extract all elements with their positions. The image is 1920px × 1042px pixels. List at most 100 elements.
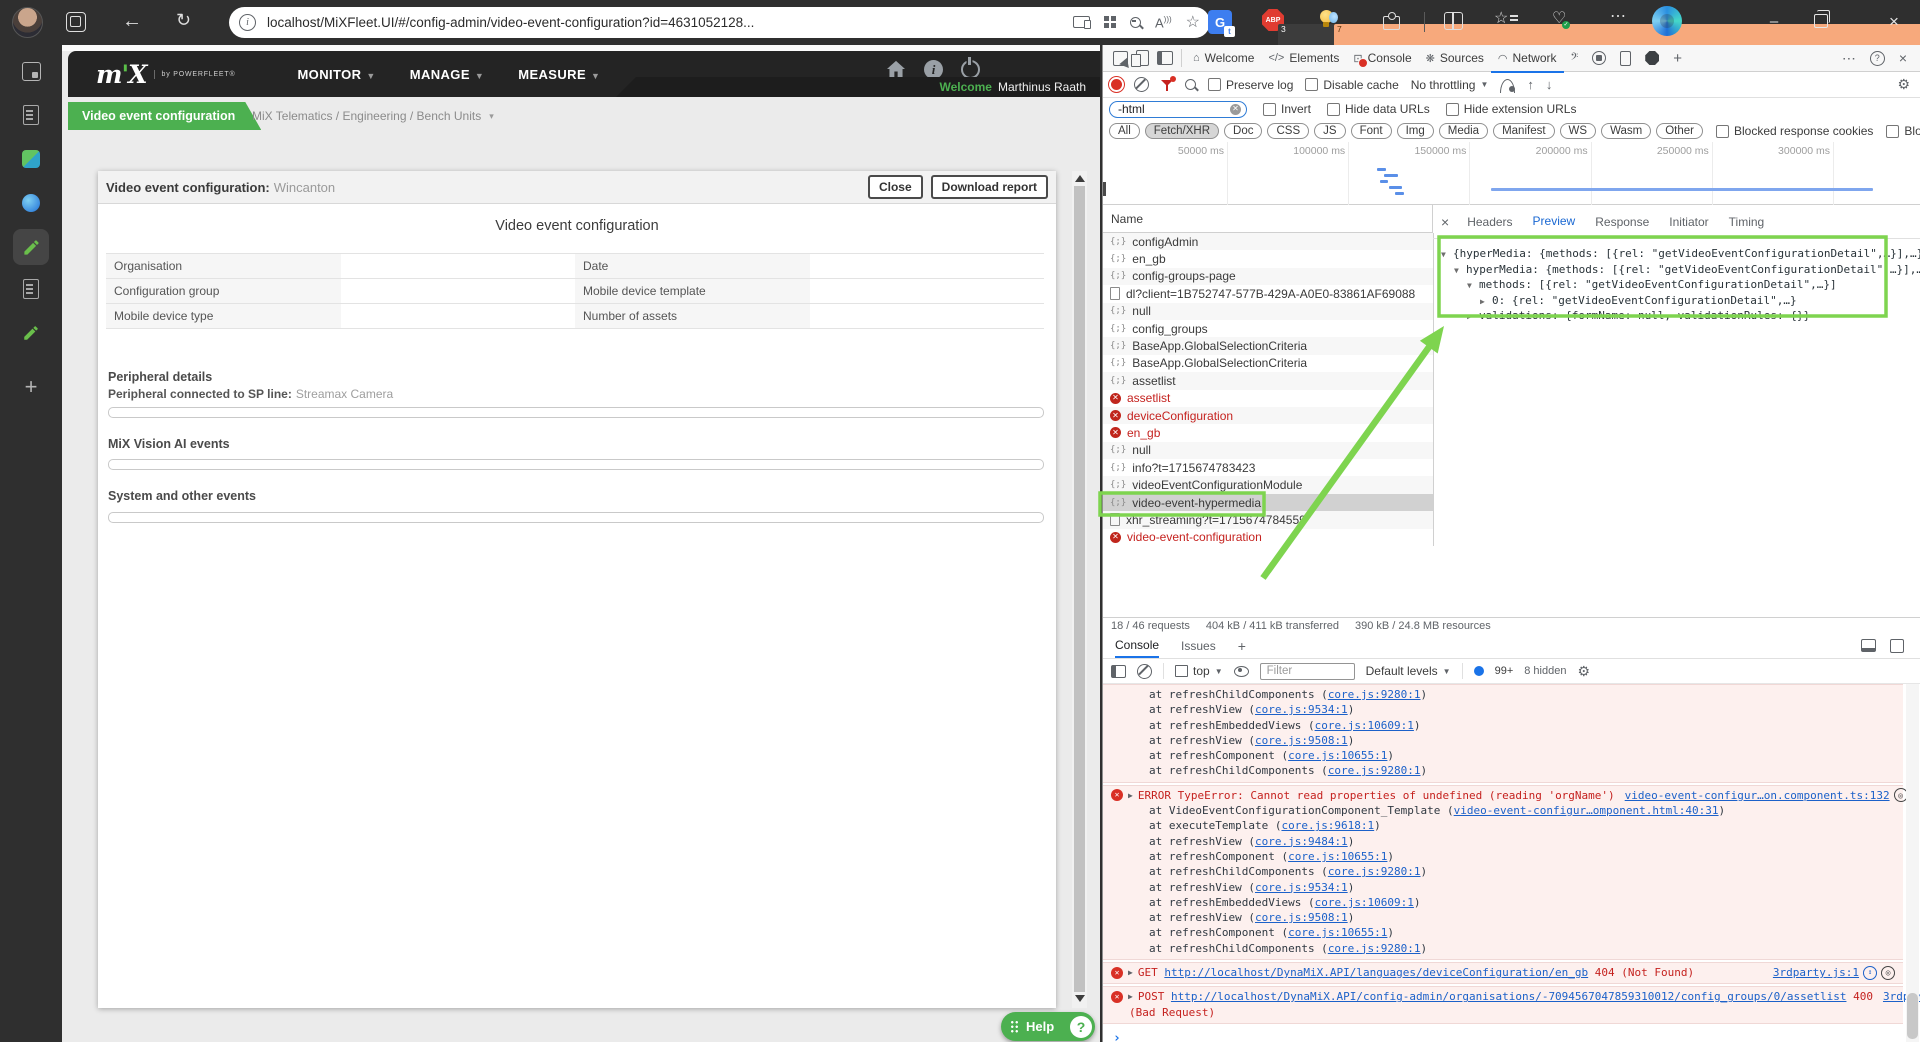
source-file-link[interactable]: core.js:9280:1 [1328, 688, 1421, 701]
source-file-link[interactable]: video-event-configur…omponent.html:40:31 [1454, 804, 1719, 817]
expand-caret-icon[interactable]: ▶ [1128, 989, 1133, 1004]
expand-caret-icon[interactable]: ▶ [1128, 788, 1133, 803]
log-levels-dropdown[interactable]: Default levels ▼ [1366, 664, 1451, 678]
request-row[interactable]: {;} BaseApp.GlobalSelectionCriteria [1103, 337, 1433, 355]
export-har-icon[interactable]: ↓ [1546, 77, 1553, 92]
import-har-icon[interactable]: ↑ [1527, 77, 1534, 92]
request-row[interactable]: ✕ video-event-configuration [1103, 529, 1433, 546]
source-file-link[interactable]: core.js:9534:1 [1255, 881, 1348, 894]
devtools-tab-elements[interactable]: </> Elements [1261, 45, 1346, 71]
tab-issues[interactable]: Issues [1181, 633, 1216, 658]
profile-avatar[interactable] [12, 7, 43, 38]
dock-side-icon[interactable] [1153, 45, 1177, 71]
throttling-dropdown[interactable]: No throttling ▼ [1411, 78, 1489, 92]
console-expand-icon[interactable] [1890, 638, 1904, 653]
inspect-element-icon[interactable] [1109, 45, 1133, 71]
request-row[interactable]: {;} video-event-hypermedia [1103, 493, 1433, 512]
copilot-icon[interactable] [1652, 6, 1682, 36]
blocked-response-cookies-checkbox[interactable]: Blocked response cookies [1716, 124, 1873, 138]
url-text[interactable]: localhost/MiXFleet.UI/#/config-admin/vid… [267, 15, 754, 30]
source-file-link[interactable]: core.js:9280:1 [1328, 865, 1421, 878]
filter-icon[interactable] [1161, 75, 1176, 91]
source-file-link[interactable]: core.js:9280:1 [1328, 764, 1421, 777]
request-url-link[interactable]: http://localhost/DynaMiX.API/languages/d… [1164, 965, 1588, 980]
devtools-close-icon[interactable]: × [1892, 50, 1914, 66]
assistant-app-icon[interactable] [19, 191, 43, 215]
console-dock-icon[interactable] [1861, 638, 1876, 652]
close-window-button[interactable]: × [1872, 12, 1916, 32]
add-tab-icon[interactable]: + [1666, 45, 1689, 71]
restore-button[interactable] [1814, 10, 1830, 28]
disable-cache-checkbox[interactable]: Disable cache [1305, 78, 1399, 92]
request-row[interactable]: ✕ en_gb [1103, 424, 1433, 441]
add-console-tab-icon[interactable]: + [1238, 633, 1246, 658]
json-tree-line[interactable]: ▼ hyperMedia: {methods: [{rel: "getVideoE… [1433, 263, 1920, 279]
json-tree-line[interactable]: ▼ methods: [{rel: "getVideoEventConfigura… [1433, 278, 1920, 294]
request-row[interactable]: {;} en_gb [1103, 250, 1433, 267]
chip-manifest[interactable]: Manifest [1493, 123, 1555, 139]
request-row[interactable]: ✕ deviceConfiguration [1103, 406, 1433, 425]
tab-console[interactable]: Console [1115, 633, 1160, 658]
source-file-link[interactable]: core.js:9534:1 [1255, 703, 1348, 716]
download-report-button[interactable]: Download report [930, 175, 1048, 199]
issues-count[interactable]: 99+ [1495, 665, 1514, 677]
image-app-icon[interactable] [19, 147, 43, 171]
chip-all[interactable]: All [1109, 123, 1140, 139]
devtools-tab-console[interactable]: ⊡ Console [1346, 45, 1418, 71]
console-scrollbar[interactable] [1906, 684, 1919, 1042]
detail-tab-response[interactable]: Response [1585, 205, 1659, 238]
request-row[interactable]: xhr_streaming?t=1715674784559 [1103, 511, 1433, 529]
context-selector[interactable]: top ▼ [1175, 664, 1223, 678]
chip-fetch-xhr[interactable]: Fetch/XHR [1144, 123, 1220, 139]
devtools-help-icon[interactable]: ? [1863, 50, 1892, 66]
back-button[interactable]: ← [122, 11, 142, 31]
console-filter-input[interactable]: Filter [1259, 662, 1355, 680]
devtools-more-icon[interactable]: ⋯ [1835, 50, 1863, 67]
scroll-down-arrow[interactable] [1074, 995, 1085, 1002]
source-file-link[interactable]: core.js:9484:1 [1255, 835, 1348, 848]
console-sidebar-icon[interactable] [1111, 664, 1126, 678]
detail-tab-initiator[interactable]: Initiator [1659, 205, 1718, 238]
error-source-link[interactable]: video-event-configur…on.component.ts:132 [1625, 788, 1890, 803]
detail-tab-preview[interactable]: Preview [1522, 205, 1586, 238]
source-file-link[interactable]: core.js:9508:1 [1255, 734, 1348, 747]
source-file-link[interactable]: core.js:10609:1 [1315, 896, 1414, 909]
source-file-link[interactable]: core.js:9508:1 [1255, 911, 1348, 924]
extensions-puzzle-icon[interactable] [1382, 11, 1400, 30]
network-filter-input[interactable]: -html ✕ [1109, 100, 1247, 118]
scroll-up-arrow[interactable] [1074, 175, 1085, 182]
hidden-messages[interactable]: 8 hidden [1524, 665, 1566, 677]
add-sidebar-item-icon[interactable]: + [19, 374, 43, 399]
chip-media[interactable]: Media [1438, 123, 1489, 139]
favorite-star-icon[interactable]: ☆ [1186, 14, 1200, 31]
devtools-tab-sources[interactable]: ❋ Sources [1419, 45, 1491, 71]
invert-checkbox[interactable]: Invert [1263, 102, 1311, 116]
tab-stack-icon[interactable] [66, 12, 86, 32]
json-tree-line[interactable]: ▶ validations: {formName: null, validatio… [1433, 309, 1920, 325]
editor-app-icon-active[interactable] [13, 229, 49, 265]
json-tree-line[interactable]: ▼ {hyperMedia: {methods: [{rel: "getVideo… [1433, 247, 1920, 263]
request-row[interactable]: {;} null [1103, 441, 1433, 460]
clear-console-icon[interactable] [1137, 663, 1152, 679]
minimize-button[interactable]: – [1752, 13, 1796, 30]
detail-tab-headers[interactable]: Headers [1457, 205, 1522, 238]
search-network-icon[interactable] [1185, 79, 1196, 90]
read-aloud-icon[interactable]: A))) [1155, 15, 1172, 29]
sidebar-search-icon[interactable] [19, 59, 43, 83]
device-toolbar-icon[interactable] [1131, 45, 1153, 71]
split-screen-icon[interactable] [1444, 12, 1463, 30]
zoom-out-icon[interactable] [1129, 16, 1141, 30]
chip-ws[interactable]: WS [1559, 123, 1597, 139]
hide-data-urls-checkbox[interactable]: Hide data URLs [1327, 102, 1430, 116]
record-network-icon[interactable] [1111, 79, 1122, 90]
breadcrumb[interactable]: MiX Telematics / Engineering / Bench Uni… [252, 102, 494, 130]
request-row[interactable]: {;} configAdmin [1103, 233, 1433, 251]
mix-logo[interactable]: m'X [96, 60, 148, 89]
nav-measure[interactable]: MEASURE ▼ [518, 67, 600, 82]
source-file-link[interactable]: core.js:10655:1 [1288, 926, 1387, 939]
scrollbar-thumb[interactable] [1074, 186, 1085, 992]
source-file-link[interactable]: core.js:10655:1 [1288, 850, 1387, 863]
close-button[interactable]: Close [867, 175, 923, 199]
qr-code-icon[interactable] [1103, 15, 1116, 30]
request-row[interactable]: {;} assetlist [1103, 372, 1433, 390]
